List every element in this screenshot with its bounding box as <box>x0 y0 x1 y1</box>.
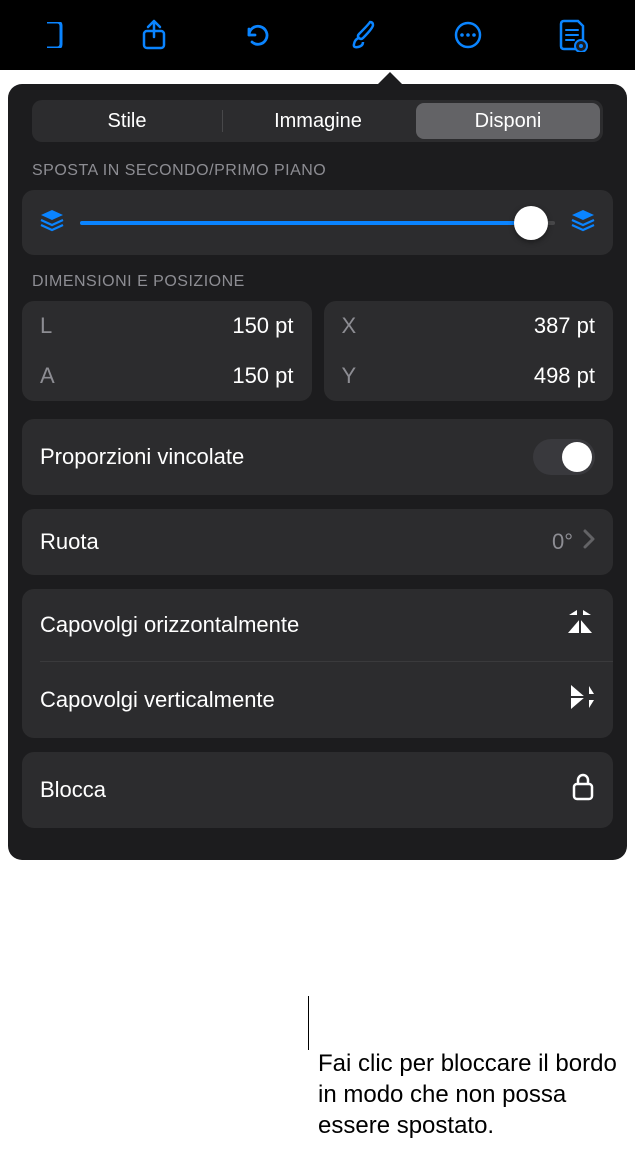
tab-image[interactable]: Immagine <box>226 103 410 139</box>
format-popover: Stile Immagine Disponi SPOSTA IN SECONDO… <box>8 84 627 860</box>
constrain-card: Proporzioni vincolate <box>22 419 613 495</box>
constrain-toggle[interactable] <box>533 439 595 475</box>
position-box[interactable]: X 387 pt Y 498 pt <box>324 301 614 401</box>
rotate-label: Ruota <box>40 529 99 555</box>
width-value[interactable]: 150 pt <box>232 313 293 339</box>
flip-vertical-icon <box>569 682 595 718</box>
flip-horizontal-row[interactable]: Capovolgi orizzontalmente <box>22 589 613 661</box>
doc-edge-icon <box>47 22 65 48</box>
height-label: A <box>40 363 55 389</box>
y-label: Y <box>342 363 357 389</box>
tab-style[interactable]: Stile <box>35 103 219 139</box>
bring-forward-icon[interactable] <box>569 208 597 237</box>
size-box[interactable]: L 150 pt A 150 pt <box>22 301 312 401</box>
chevron-right-icon <box>583 529 595 555</box>
lock-row[interactable]: Blocca <box>22 752 613 828</box>
rotate-card: Ruota 0° <box>22 509 613 575</box>
rotate-row[interactable]: Ruota 0° <box>22 509 613 575</box>
flip-vertical-row[interactable]: Capovolgi verticalmente <box>22 662 613 738</box>
constrain-label: Proporzioni vincolate <box>40 444 244 470</box>
flip-card: Capovolgi orizzontalmente Capovolgi vert… <box>22 589 613 738</box>
flip-horizontal-label: Capovolgi orizzontalmente <box>40 612 299 638</box>
layering-slider[interactable] <box>80 221 555 225</box>
share-icon[interactable] <box>140 19 168 51</box>
top-toolbar <box>0 0 635 70</box>
slider-knob[interactable] <box>514 206 548 240</box>
tab-segmented-control[interactable]: Stile Immagine Disponi <box>32 100 603 142</box>
send-backward-icon[interactable] <box>38 208 66 237</box>
width-label: L <box>40 313 52 339</box>
size-position-label: DIMENSIONI E POSIZIONE <box>32 273 603 291</box>
format-brush-icon[interactable] <box>348 19 378 51</box>
flip-vertical-label: Capovolgi verticalmente <box>40 687 275 713</box>
layering-card <box>22 190 613 255</box>
y-value[interactable]: 498 pt <box>534 363 595 389</box>
callout-text: Fai clic per bloccare il bordo in modo c… <box>318 1048 618 1142</box>
height-value[interactable]: 150 pt <box>232 363 293 389</box>
popover-arrow <box>372 72 408 90</box>
constrain-row[interactable]: Proporzioni vincolate <box>22 419 613 495</box>
layering-section-label: SPOSTA IN SECONDO/PRIMO PIANO <box>32 162 603 180</box>
x-value[interactable]: 387 pt <box>534 313 595 339</box>
lock-card: Blocca <box>22 752 613 828</box>
undo-icon[interactable] <box>243 20 273 50</box>
callout-leader-line <box>308 996 309 1050</box>
more-icon[interactable] <box>453 20 483 50</box>
reader-mode-icon[interactable] <box>558 18 588 52</box>
lock-icon <box>571 772 595 808</box>
flip-horizontal-icon <box>565 609 595 641</box>
rotate-value: 0° <box>552 529 573 555</box>
tab-arrange[interactable]: Disponi <box>416 103 600 139</box>
x-label: X <box>342 313 357 339</box>
lock-label: Blocca <box>40 777 106 803</box>
